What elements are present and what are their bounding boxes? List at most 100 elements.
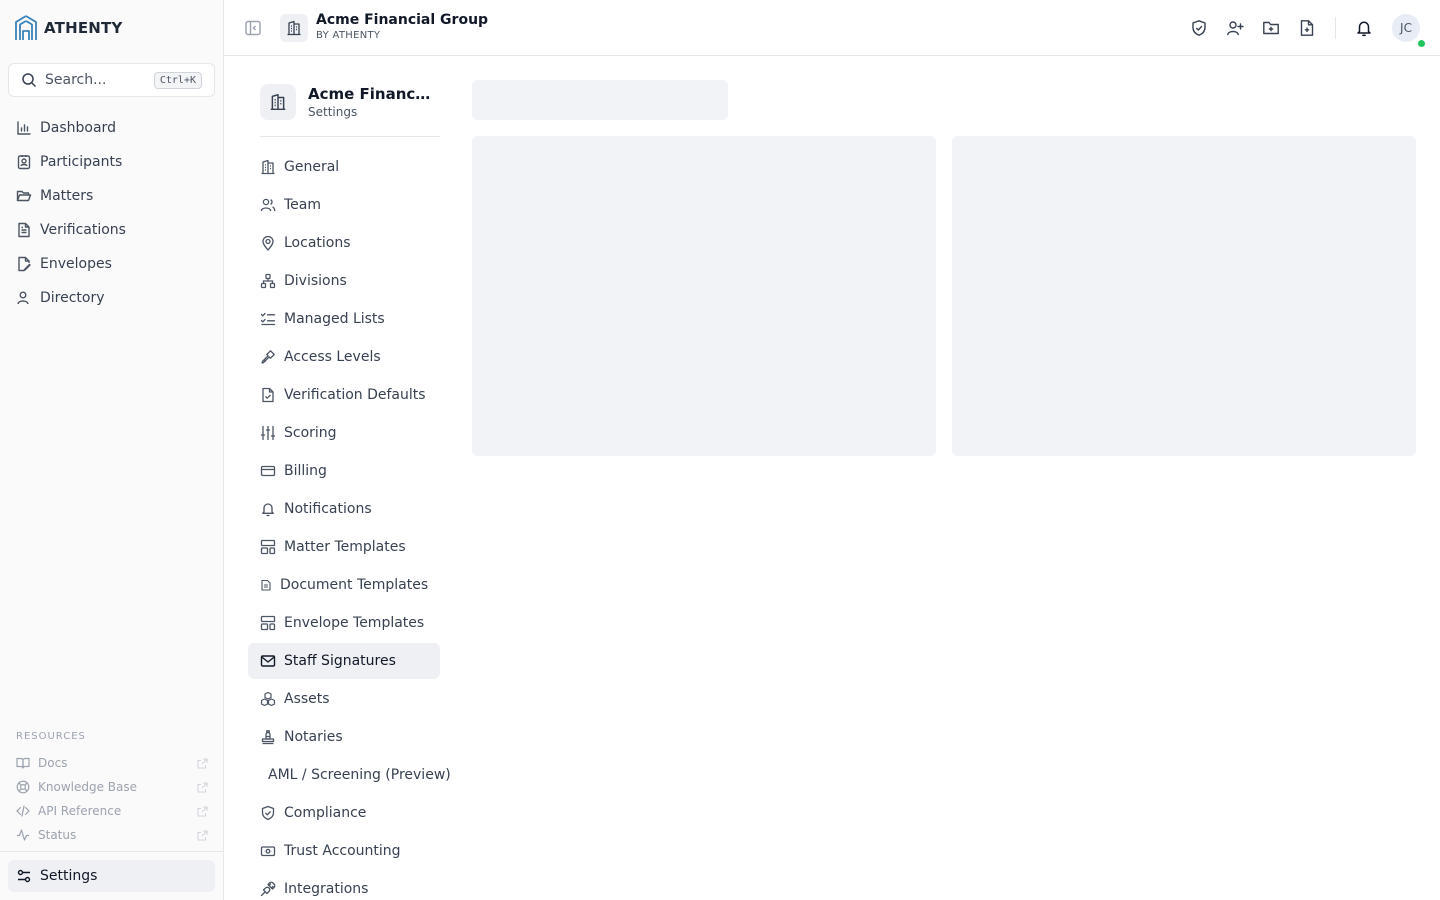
settings-item-trust-accounting[interactable]: Trust Accounting xyxy=(248,832,440,870)
topbar: Acme Financial Group BY ATHENTY JC xyxy=(224,0,1440,56)
file-plus-icon[interactable] xyxy=(1297,18,1317,38)
settings-item-aml-screening[interactable]: AML / Screening (Preview) xyxy=(248,756,451,794)
settings-item-scoring[interactable]: Scoring xyxy=(248,414,440,452)
settings-item-general[interactable]: General xyxy=(248,148,440,186)
shield-check-icon[interactable] xyxy=(1189,18,1209,38)
nav-label: Matters xyxy=(40,188,94,204)
resource-item-status[interactable]: Status xyxy=(16,823,208,847)
skeleton-title xyxy=(472,80,728,120)
resource-label: API Reference xyxy=(38,804,122,818)
settings-item-label: Managed Lists xyxy=(284,311,385,327)
nav-item-matters[interactable]: Matters xyxy=(8,179,215,213)
settings-item-staff-signatures[interactable]: Staff Signatures xyxy=(248,643,440,679)
bell-icon[interactable] xyxy=(1354,18,1374,38)
settings-item-assets[interactable]: Assets xyxy=(248,680,440,718)
document-text-icon xyxy=(16,222,32,238)
settings-item-label: Staff Signatures xyxy=(284,653,396,669)
settings-item-envelope-templates[interactable]: Envelope Templates xyxy=(248,604,440,642)
network-icon xyxy=(260,273,276,289)
settings-item-notaries[interactable]: Notaries xyxy=(248,718,440,756)
folder-open-icon xyxy=(16,188,32,204)
resource-label: Docs xyxy=(38,756,68,770)
layout-template-icon xyxy=(260,539,276,555)
users-icon xyxy=(16,290,32,306)
settings-item-access-levels[interactable]: Access Levels xyxy=(248,338,440,376)
nav-label: Verifications xyxy=(40,222,126,238)
nav-label: Dashboard xyxy=(40,120,116,136)
nav-item-directory[interactable]: Directory xyxy=(8,281,215,315)
user-avatar[interactable]: JC xyxy=(1392,14,1420,42)
plug-icon xyxy=(260,881,276,897)
resource-item-knowledge-base[interactable]: Knowledge Base xyxy=(16,775,208,799)
nav-label: Participants xyxy=(40,154,123,170)
nav-item-participants[interactable]: Participants xyxy=(8,145,215,179)
nav-item-settings[interactable]: Settings xyxy=(8,860,215,892)
settings-item-label: Locations xyxy=(284,235,351,251)
folder-plus-icon[interactable] xyxy=(1261,18,1281,38)
code-icon xyxy=(16,804,30,818)
settings-item-label: Notifications xyxy=(284,501,372,517)
file-check-icon xyxy=(260,387,276,403)
settings-item-label: Compliance xyxy=(284,805,367,821)
file-pen-icon xyxy=(16,256,32,272)
resource-item-api-reference[interactable]: API Reference xyxy=(16,799,208,823)
nav-item-verifications[interactable]: Verifications xyxy=(8,213,215,247)
skeleton-card-left xyxy=(472,136,936,456)
org-avatar[interactable] xyxy=(280,14,308,42)
nav-label: Directory xyxy=(40,290,105,306)
settings-item-billing[interactable]: Billing xyxy=(248,452,440,490)
settings-item-label: Envelope Templates xyxy=(284,615,425,631)
building-icon xyxy=(269,93,287,111)
resources-heading: RESOURCES xyxy=(16,731,86,742)
settings-nav-header: Acme Financial Group Settings xyxy=(260,84,432,120)
settings-item-matter-templates[interactable]: Matter Templates xyxy=(248,528,440,566)
settings-nav-divider xyxy=(260,136,440,137)
list-checks-icon xyxy=(260,311,276,327)
map-pin-icon xyxy=(260,235,276,251)
online-status-indicator xyxy=(1417,39,1426,48)
settings-item-notifications[interactable]: Notifications xyxy=(248,490,440,528)
settings-item-verification-defaults[interactable]: Verification Defaults xyxy=(248,376,440,414)
settings-item-label: Matter Templates xyxy=(284,539,406,555)
settings-item-label: Integrations xyxy=(284,881,369,897)
bar-chart-icon xyxy=(16,120,32,136)
settings-item-integrations[interactable]: Integrations xyxy=(248,870,440,900)
settings-item-compliance[interactable]: Compliance xyxy=(248,794,440,832)
layout-template-icon xyxy=(260,615,276,631)
settings-subtitle: Settings xyxy=(308,105,358,119)
settings-item-label: Scoring xyxy=(284,425,337,441)
settings-item-label: Divisions xyxy=(284,273,347,289)
brand-name: ATHENTY xyxy=(44,19,123,37)
settings-item-label: Access Levels xyxy=(284,349,381,365)
brand[interactable]: ATHENTY xyxy=(14,14,123,42)
book-open-icon xyxy=(16,756,30,770)
settings-item-locations[interactable]: Locations xyxy=(248,224,440,262)
settings-item-divisions[interactable]: Divisions xyxy=(248,262,440,300)
external-link-icon xyxy=(197,829,208,841)
sliders-icon xyxy=(260,425,276,441)
sidebar-divider xyxy=(0,851,223,852)
app-root: ATHENTY Search... Ctrl+K Dashboard Parti… xyxy=(0,0,1440,900)
add-user-icon[interactable] xyxy=(1225,18,1245,38)
resource-item-docs[interactable]: Docs xyxy=(16,751,208,775)
external-link-icon xyxy=(197,781,208,793)
nav-item-dashboard[interactable]: Dashboard xyxy=(8,111,215,145)
nav-label: Envelopes xyxy=(40,256,112,272)
search-icon xyxy=(21,72,37,88)
settings-item-document-templates[interactable]: Document Templates xyxy=(248,566,440,604)
org-subtitle: BY ATHENTY xyxy=(316,30,381,41)
external-link-icon xyxy=(197,757,208,769)
settings-item-label: Document Templates xyxy=(280,577,429,593)
settings-item-label: Team xyxy=(284,197,322,213)
settings-item-team[interactable]: Team xyxy=(248,186,440,224)
settings-item-managed-lists[interactable]: Managed Lists xyxy=(248,300,440,338)
banknote-icon xyxy=(260,843,276,859)
building-icon xyxy=(286,20,302,36)
org-name[interactable]: Acme Financial Group xyxy=(316,12,488,28)
nav-item-envelopes[interactable]: Envelopes xyxy=(8,247,215,281)
collapse-sidebar-icon[interactable] xyxy=(244,19,262,37)
settings-item-label: Billing xyxy=(284,463,327,479)
main-nav: Dashboard Participants Matters Verificat… xyxy=(8,111,215,315)
athenty-logo-icon xyxy=(14,14,38,42)
search-input[interactable]: Search... Ctrl+K xyxy=(8,63,215,97)
